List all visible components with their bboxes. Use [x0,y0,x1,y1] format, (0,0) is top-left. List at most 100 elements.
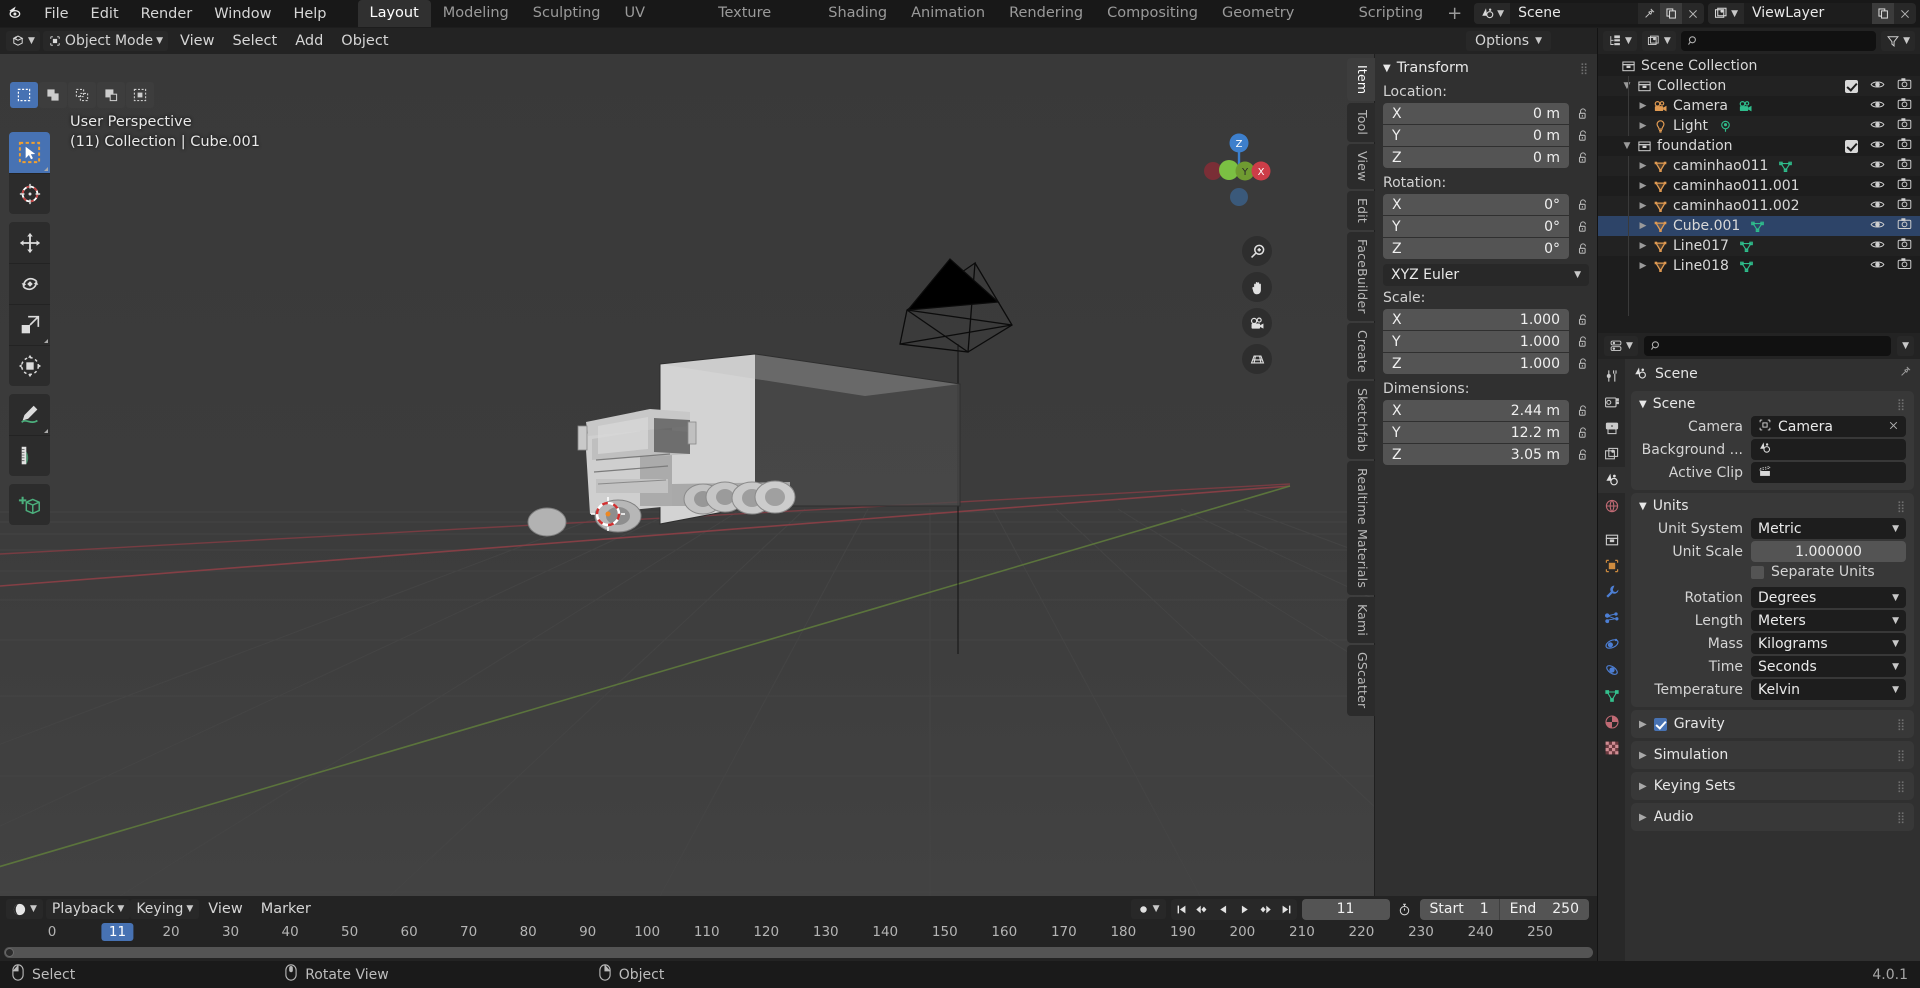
lock-dimensions-x-icon[interactable] [1575,404,1591,418]
outliner-hide-eye-icon[interactable] [1870,118,1885,135]
outliner-exclude-checkbox[interactable] [1845,79,1858,93]
workspace-tab-layout[interactable]: Layout [357,0,431,27]
rotation-mode-select[interactable]: XYZ Euler ▼ [1383,264,1589,286]
disclosure-triangle-icon[interactable]: ▶ [1636,121,1650,131]
panel-keying-sets[interactable]: ▶ Keying Sets ⣿ [1631,772,1914,800]
timeline-menu-marker[interactable]: Marker [252,899,320,919]
n-panel-tab-create[interactable]: Create [1347,322,1375,380]
outliner-disable-render-icon[interactable] [1897,97,1912,115]
timeline-scrollbar[interactable] [0,947,1597,958]
outliner-row-cube-001[interactable]: ▶ Cube.001 [1598,216,1920,236]
transform-icon[interactable] [9,345,50,386]
end-frame-field[interactable]: End 250 [1498,898,1589,920]
world-icon[interactable] [1598,493,1625,519]
properties-search-input[interactable] [1643,336,1892,356]
constraints-icon[interactable] [1598,657,1625,683]
new-viewlayer-copy-icon[interactable] [1872,3,1894,24]
lock-scale-y-icon[interactable] [1575,335,1591,349]
physics-icon[interactable] [1598,631,1625,657]
object-data-icon[interactable] [1598,683,1625,709]
zoom-icon[interactable] [1242,236,1272,266]
workspace-tab-uv-editing[interactable]: UV Editing [612,0,706,48]
select-invert-mode-icon[interactable] [97,82,125,108]
lock-dimensions-y-icon[interactable] [1575,426,1591,440]
editor-type-3dview-icon[interactable]: ▼ [6,31,40,51]
select-subtract-mode-icon[interactable] [68,82,96,108]
rotate-icon[interactable] [9,263,50,304]
viewport-options-button[interactable]: Options ▼ [1466,31,1551,51]
toggle-perspective-icon[interactable] [1242,344,1272,374]
outliner-hide-eye-icon[interactable] [1870,178,1885,195]
viewlayer-browse-icon[interactable]: ▼ [1708,3,1744,24]
scene-browse-icon[interactable]: ▼ [1474,3,1511,24]
collection-properties-icon[interactable] [1598,527,1625,553]
outliner-tree[interactable]: Scene Collection ▼ Collection ▶ Camera ▶ Light… [1598,54,1920,333]
unlink-scene-icon[interactable] [1682,3,1704,24]
light-object-icon[interactable] [1718,119,1733,134]
top-menu-help[interactable]: Help [282,3,337,25]
units-row-select[interactable]: Meters ▼ [1751,610,1906,631]
location-x-field[interactable]: X 0 m [1383,103,1569,124]
outliner-row-line017[interactable]: ▶ Line017 [1598,236,1920,256]
units-row-select[interactable]: Seconds ▼ [1751,656,1906,677]
editor-type-timeline-icon[interactable]: ▼ [6,899,43,919]
n-panel-tab-sketchfab[interactable]: Sketchfab [1347,381,1375,460]
annotate-icon[interactable] [9,394,50,435]
disclosure-triangle-icon[interactable]: ▼ [1620,141,1634,151]
outliner-row-light[interactable]: ▶ Light [1598,116,1920,136]
dimensions-x-field[interactable]: X 2.44 m [1383,400,1569,421]
pin-icon[interactable] [1899,365,1912,382]
outliner-hide-eye-icon[interactable] [1870,238,1885,255]
lock-rotation-y-icon[interactable] [1575,220,1591,234]
units-row-select[interactable]: Degrees ▼ [1751,587,1906,608]
lock-location-z-icon[interactable] [1575,151,1591,165]
lock-dimensions-z-icon[interactable] [1575,448,1591,462]
pin-scene-icon[interactable] [1638,3,1660,24]
mesh-object-icon[interactable] [1739,239,1754,254]
outliner-row-scene-collection[interactable]: Scene Collection [1598,56,1920,76]
viewport-menu-select[interactable]: Select [223,31,286,51]
unit-scale-field[interactable]: 1.000000 [1751,541,1906,562]
workspace-tab-modeling[interactable]: Modeling [431,0,521,27]
rotation-x-field[interactable]: X 0° [1383,194,1569,215]
cursor-icon[interactable] [9,173,50,214]
outliner-search-input[interactable] [1680,31,1877,51]
scale-x-field[interactable]: X 1.000 [1383,309,1569,330]
n-panel-tab-tool[interactable]: Tool [1347,103,1375,143]
outliner-editor[interactable]: ▼ ▼ ▼ Scene Collection ▼ Collection ▶ Camera… [1597,28,1920,333]
jump-prev-keyframe-icon[interactable] [1192,899,1213,920]
lock-scale-x-icon[interactable] [1575,313,1591,327]
n-panel-tab-realtime-materials[interactable]: Realtime Materials [1347,461,1375,596]
workspace-tab-compositing[interactable]: Compositing [1095,0,1210,27]
panel-enable-checkbox[interactable] [1653,717,1667,731]
outliner-row-caminhao011-002[interactable]: ▶ caminhao011.002 [1598,196,1920,216]
rotation-z-field[interactable]: Z 0° [1383,238,1569,259]
top-menu-render[interactable]: Render [130,3,204,25]
add-cube-icon[interactable] [9,484,50,525]
camera-view-icon[interactable] [1242,308,1272,338]
use-preview-range-icon[interactable] [1395,902,1415,917]
modifier-wrench-icon[interactable] [1598,579,1625,605]
viewport-menu-view[interactable]: View [171,31,223,51]
scale-y-field[interactable]: Y 1.000 [1383,331,1569,352]
panel-audio[interactable]: ▶ Audio ⣿ [1631,803,1914,831]
outliner-disable-render-icon[interactable] [1897,177,1912,195]
panel-simulation[interactable]: ▶ Simulation ⣿ [1631,741,1914,769]
select-box-mode-icon[interactable] [10,82,38,108]
jump-to-start-icon[interactable] [1171,899,1192,920]
mesh-object-icon[interactable] [1750,219,1765,234]
top-menu-file[interactable]: File [33,3,79,25]
rotation-y-field[interactable]: Y 0° [1383,216,1569,237]
workspace-tab-rendering[interactable]: Rendering [997,0,1095,27]
material-icon[interactable] [1598,709,1625,735]
tool-icon[interactable] [1598,363,1625,389]
disclosure-triangle-icon[interactable]: ▶ [1636,241,1650,251]
outliner-row-camera[interactable]: ▶ Camera [1598,96,1920,116]
timeline-ruler[interactable]: 0 20 30 40 50 60 70 80 90 100 110 120 130 140 150 160 17… [0,922,1597,945]
disclosure-triangle-icon[interactable]: ▶ [1636,181,1650,191]
workspace-tab-texture-paint[interactable]: Texture Paint [706,0,816,48]
remove-viewlayer-icon[interactable] [1894,3,1916,24]
disclosure-triangle-icon[interactable]: ▶ [1636,201,1650,211]
viewport-menu-add[interactable]: Add [286,31,332,51]
outliner-row-caminhao011-001[interactable]: ▶ caminhao011.001 [1598,176,1920,196]
